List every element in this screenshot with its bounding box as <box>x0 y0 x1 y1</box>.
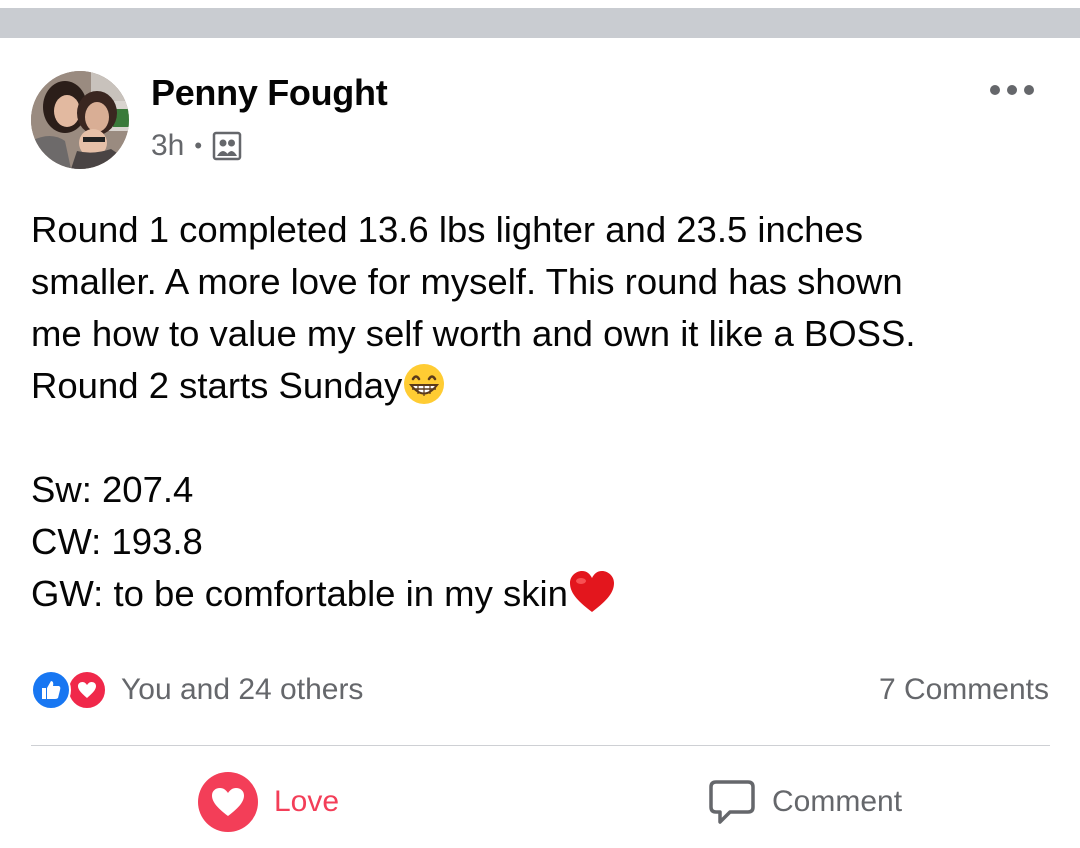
post-line-with-emoji: Round 2 starts Sunday <box>31 360 1061 412</box>
avatar-photo <box>31 71 129 169</box>
love-button-label: Love <box>274 785 340 818</box>
like-reaction-icon <box>31 670 71 710</box>
reactions-count[interactable]: You and 24 others <box>121 673 363 707</box>
friends-icon[interactable] <box>212 131 242 161</box>
post-line: me how to value my self worth and own it… <box>31 313 916 354</box>
stat-line-with-emoji: GW: to be comfortable in my skin <box>31 568 1061 620</box>
grinning-face-emoji-icon <box>402 362 446 406</box>
comment-button-label: Comment <box>772 785 903 818</box>
stat-line: Sw: 207.4 <box>31 469 194 510</box>
reaction-summary[interactable]: You and 24 others <box>31 670 363 710</box>
post-body: Round 1 completed 13.6 lbs lighter and 2… <box>31 204 1061 620</box>
love-reaction-icon <box>67 670 107 710</box>
love-icon <box>198 772 258 832</box>
love-button[interactable]: Love <box>198 771 339 833</box>
avatar[interactable] <box>31 71 129 169</box>
post-time[interactable]: 3h <box>151 129 184 163</box>
post-line: Round 2 starts Sunday <box>31 365 403 406</box>
red-heart-emoji-icon <box>568 570 614 614</box>
comment-icon <box>709 780 755 824</box>
comment-button[interactable]: Comment <box>708 771 902 833</box>
comments-count[interactable]: 7 Comments <box>879 670 1049 710</box>
stat-line: GW: to be comfortable in my skin <box>31 573 568 614</box>
footer-divider <box>31 745 1050 746</box>
post-line: smaller. A more love for myself. This ro… <box>31 261 903 302</box>
meta-separator: • <box>194 133 203 158</box>
top-divider-bar <box>0 8 1080 38</box>
author-name[interactable]: Penny Fought <box>151 72 388 114</box>
more-options-icon[interactable] <box>990 80 1034 100</box>
stat-line: CW: 193.8 <box>31 521 203 562</box>
post-line: Round 1 completed 13.6 lbs lighter and 2… <box>31 209 863 250</box>
post-meta: 3h • <box>151 127 242 165</box>
